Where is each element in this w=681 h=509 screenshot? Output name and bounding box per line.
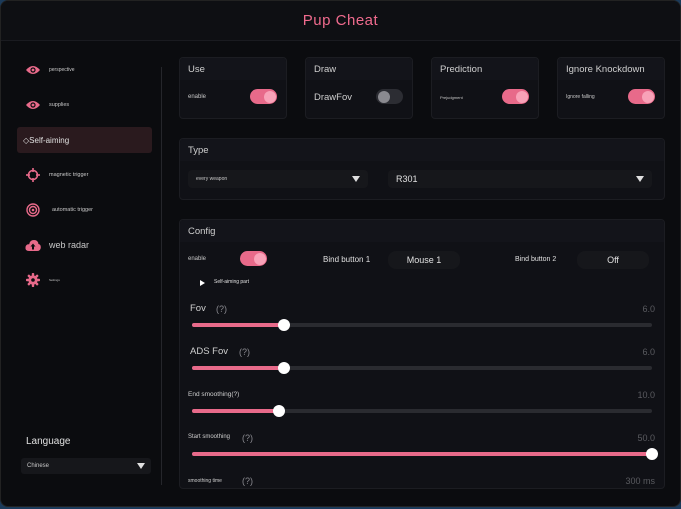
prediction-toggle[interactable] <box>502 89 529 104</box>
config-enable-toggle[interactable] <box>240 251 267 266</box>
ignore-knockdown-title: Ignore Knockdown <box>558 58 664 80</box>
end-smoothing-slider[interactable] <box>192 405 652 417</box>
draw-title: Draw <box>306 58 412 80</box>
fov-help[interactable]: (?) <box>216 304 227 314</box>
use-card: Use enable <box>179 57 287 119</box>
sidebar-item-label: magnetic trigger <box>49 172 89 178</box>
weapon-group-select[interactable]: every weapon <box>188 170 368 188</box>
slider-thumb[interactable] <box>646 448 658 460</box>
use-toggle[interactable] <box>250 89 277 104</box>
sidebar-item-supplies[interactable]: supplies <box>17 92 152 118</box>
sidebar-item-magnetic-trigger[interactable]: magnetic trigger <box>17 162 152 188</box>
sidebar-item-label: perspective <box>49 67 75 73</box>
ads-fov-value: 6.0 <box>642 347 655 357</box>
end-smoothing-label: End smoothing(?) <box>188 391 240 398</box>
weapon-group-value: every weapon <box>196 176 228 182</box>
sidebar-item-automatic-trigger[interactable]: automatic trigger <box>17 197 152 223</box>
chevron-down-icon <box>352 176 360 182</box>
expand-triangle-icon[interactable] <box>200 280 205 286</box>
weapon-select[interactable]: R301 <box>388 170 652 188</box>
sidebar-item-self-aiming[interactable]: ◇Self-aiming <box>17 127 152 153</box>
end-smoothing-value: 10.0 <box>637 390 655 400</box>
start-smoothing-help[interactable]: (?) <box>242 433 253 443</box>
title-bar: Pup Cheat <box>1 1 680 41</box>
sidebar-item-label: automatic trigger <box>52 207 93 213</box>
ignore-knockdown-toggle[interactable] <box>628 89 655 104</box>
self-aiming-part-label[interactable]: Self-aiming part <box>214 279 249 285</box>
language-value: Chinese <box>27 463 50 469</box>
sidebar-item-perspective[interactable]: perspective <box>17 57 152 83</box>
ads-fov-label: ADS Fov <box>190 346 229 357</box>
slider-thumb[interactable] <box>278 319 290 331</box>
crosshair-icon <box>25 167 41 183</box>
app-window: Pup Cheat perspective supplies ◇Self-aim… <box>0 0 681 507</box>
start-smoothing-slider[interactable] <box>192 448 658 460</box>
slider-fill <box>192 409 280 413</box>
sidebar-item-settings[interactable]: Settings <box>17 267 152 293</box>
language-label: Language <box>26 436 71 447</box>
app-title: Pup Cheat <box>302 12 379 29</box>
sidebar-item-label: ◇Self-aiming <box>23 135 70 145</box>
slider-fill <box>192 452 652 456</box>
bind-button-2-label: Bind button 2 <box>515 256 557 263</box>
config-card: Config enable Bind button 1 Mouse 1 Bind… <box>179 219 665 489</box>
bind-button-2[interactable]: Off <box>577 251 649 269</box>
bind-button-1[interactable]: Mouse 1 <box>388 251 460 269</box>
prediction-card: Prediction Prejudgment <box>431 57 539 119</box>
fov-label: Fov <box>190 303 206 314</box>
type-title: Type <box>180 139 664 161</box>
draw-label: DrawFov <box>314 92 353 103</box>
sidebar-item-label: web radar <box>49 240 90 250</box>
eye-icon <box>25 62 41 78</box>
bind-button-1-label: Bind button 1 <box>323 255 371 264</box>
slider-fill <box>192 323 284 327</box>
sidebar-item-web-radar[interactable]: web radar <box>17 232 152 258</box>
chevron-down-icon <box>137 463 145 469</box>
sidebar: perspective supplies ◇Self-aiming magnet… <box>15 53 155 493</box>
weapon-value: R301 <box>396 174 418 184</box>
sidebar-item-label: Settings <box>49 278 60 282</box>
cloud-upload-icon <box>25 237 41 253</box>
draw-fov-toggle[interactable] <box>376 89 403 104</box>
fov-slider[interactable] <box>192 319 652 331</box>
target-icon <box>25 202 41 218</box>
config-title: Config <box>180 220 664 242</box>
language-select[interactable]: Chinese <box>21 458 151 474</box>
ignore-knockdown-card: Ignore Knockdown Ignore falling <box>557 57 665 119</box>
draw-card: Draw DrawFov <box>305 57 413 119</box>
config-enable-label: enable <box>188 256 207 262</box>
chevron-down-icon <box>636 176 644 182</box>
ads-fov-slider[interactable] <box>192 362 652 374</box>
sidebar-item-label: supplies <box>49 102 70 108</box>
use-label: enable <box>188 94 207 100</box>
ignore-knockdown-label: Ignore falling <box>566 94 595 100</box>
start-smoothing-value: 50.0 <box>637 433 655 443</box>
slider-fill <box>192 366 284 370</box>
smoothing-time-value: 300 ms <box>625 476 655 486</box>
gear-icon <box>25 272 41 288</box>
fov-value: 6.0 <box>642 304 655 314</box>
smoothing-time-help[interactable]: (?) <box>242 476 253 486</box>
prediction-label: Prejudgment <box>440 95 463 100</box>
smoothing-time-label: smoothing time <box>188 478 222 484</box>
sidebar-divider <box>161 67 162 485</box>
prediction-title: Prediction <box>432 58 538 80</box>
eye-icon <box>25 97 41 113</box>
start-smoothing-label: Start smoothing <box>188 434 231 440</box>
slider-thumb[interactable] <box>273 405 286 417</box>
type-card: Type every weapon R301 <box>179 138 665 200</box>
ads-fov-help[interactable]: (?) <box>239 347 250 357</box>
slider-thumb[interactable] <box>278 362 290 374</box>
use-title: Use <box>180 58 286 80</box>
